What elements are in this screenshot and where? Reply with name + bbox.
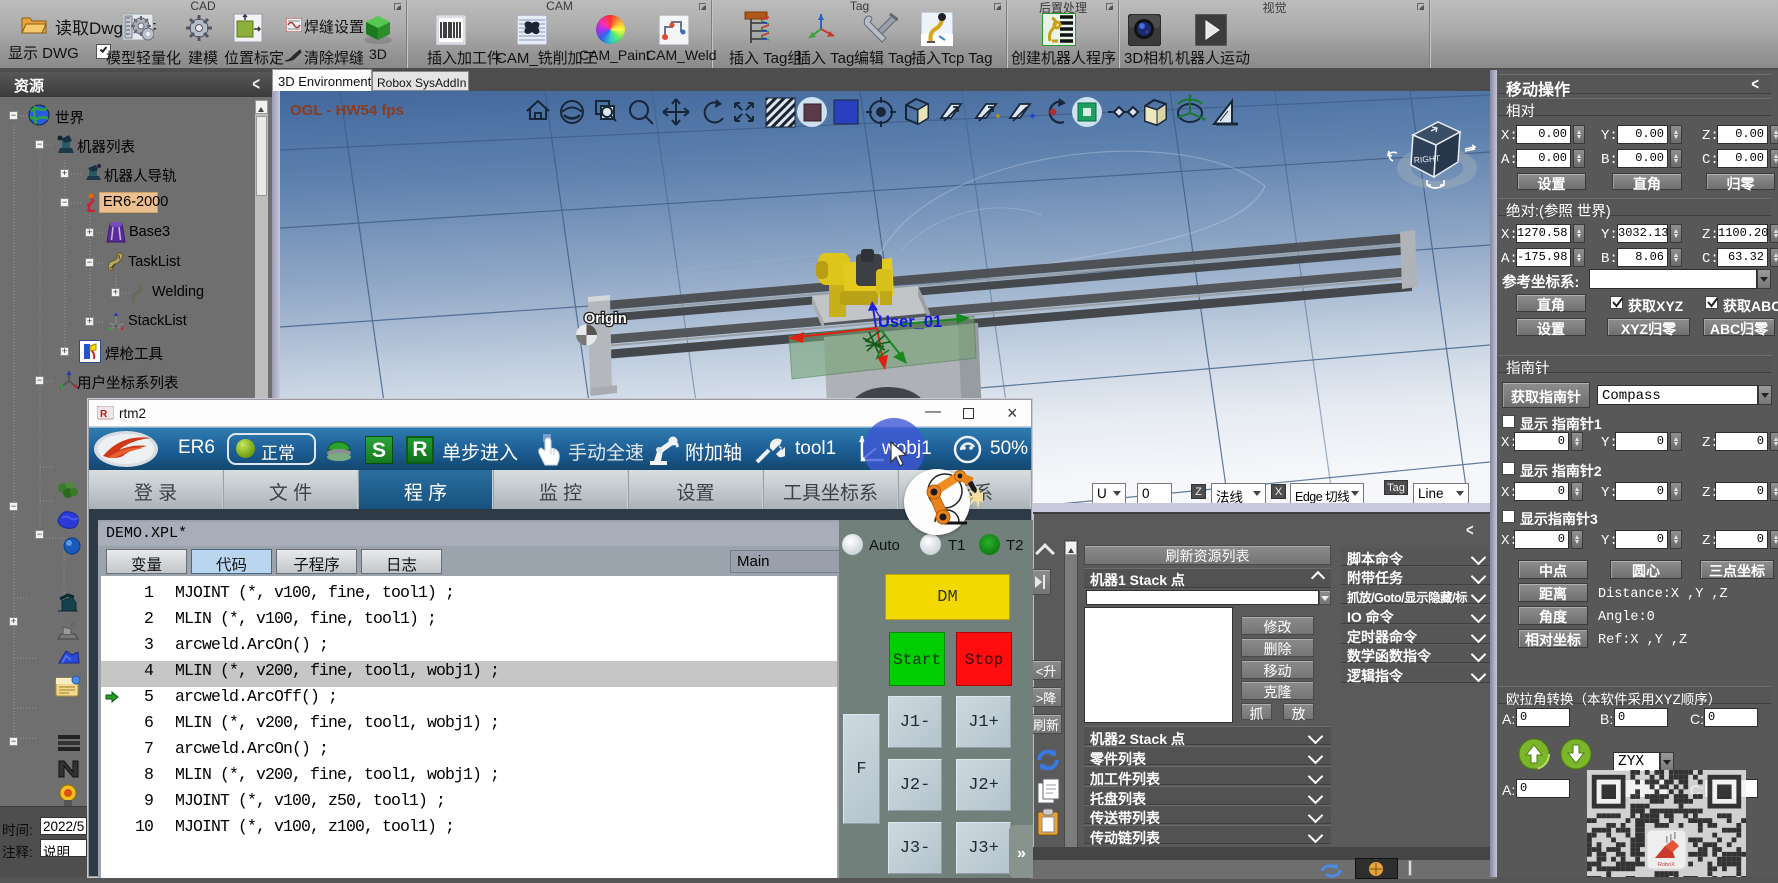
svg-text:R: R (100, 409, 108, 420)
svg-text:Origin: Origin (584, 311, 627, 327)
svg-text:RIGHT: RIGHT (1413, 153, 1440, 165)
svg-text:OGL - HW54 fps: OGL - HW54 fps (290, 102, 404, 119)
svg-text:RoboX: RoboX (1658, 862, 1675, 868)
svg-text:User_01: User_01 (878, 313, 942, 331)
